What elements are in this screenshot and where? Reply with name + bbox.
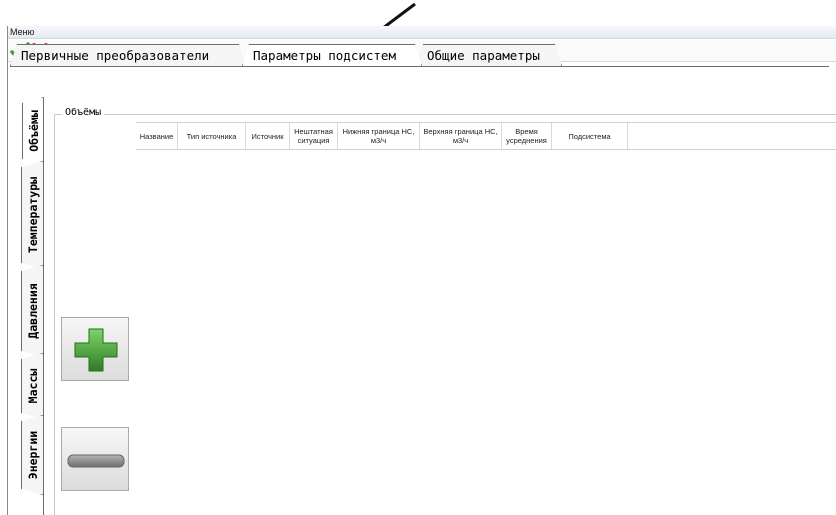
column-header-subsystem[interactable]: Подсистема [552, 123, 628, 149]
tab-label: Параметры подсистем [253, 48, 396, 63]
side-tab-strip: Объёмы Температуры Давления Массы Энерги… [21, 97, 43, 497]
tab-subsystem-parameters[interactable]: Параметры подсистем [242, 44, 422, 66]
column-header-emergency[interactable]: Нештатная ситуация [290, 123, 338, 149]
tab-label: Температуры [25, 176, 40, 254]
remove-button[interactable] [61, 427, 129, 491]
column-header-lower-bound[interactable]: Нижняя граница НС, м3/ч [338, 123, 420, 149]
tab-pressures[interactable]: Давления [21, 265, 43, 357]
top-tab-strip: Первичные преобразователи Параметры подс… [10, 44, 829, 66]
application-window: Меню [7, 26, 836, 515]
menu-item-menu[interactable]: Меню [10, 26, 34, 38]
column-header-upper-bound[interactable]: Верхняя граница НС, м3/ч [420, 123, 502, 149]
plus-icon [74, 328, 118, 372]
column-header-name[interactable]: Название [136, 123, 178, 149]
tab-divider [10, 66, 829, 67]
column-header-source-type[interactable]: Тип источника [178, 123, 246, 149]
tab-energies[interactable]: Энергии [21, 415, 43, 495]
tab-general-parameters[interactable]: Общие параметры [416, 44, 562, 66]
menu-bar: Меню [8, 26, 836, 39]
add-button[interactable] [61, 317, 129, 381]
group-title: Объёмы [62, 107, 105, 118]
group-border [54, 114, 836, 115]
tab-label: Давления [25, 283, 40, 339]
tab-volumes[interactable]: Объёмы [22, 97, 44, 165]
tab-temperatures[interactable]: Температуры [21, 161, 43, 269]
tab-label: Общие параметры [427, 48, 540, 63]
tab-label: Массы [25, 368, 40, 404]
tab-label: Энергии [25, 430, 40, 480]
tab-primary-converters[interactable]: Первичные преобразователи [10, 44, 246, 66]
minus-icon [67, 454, 125, 468]
column-header-averaging-time[interactable]: Время усреднения [502, 123, 552, 149]
group-border [54, 114, 55, 515]
side-tab-divider [43, 97, 44, 515]
tab-label: Первичные преобразователи [21, 48, 210, 63]
tab-masses[interactable]: Массы [21, 353, 43, 419]
tab-label: Объёмы [26, 110, 41, 152]
table-header: Название Тип источника Источник Нештатна… [136, 122, 836, 150]
column-header-source[interactable]: Источник [246, 123, 290, 149]
